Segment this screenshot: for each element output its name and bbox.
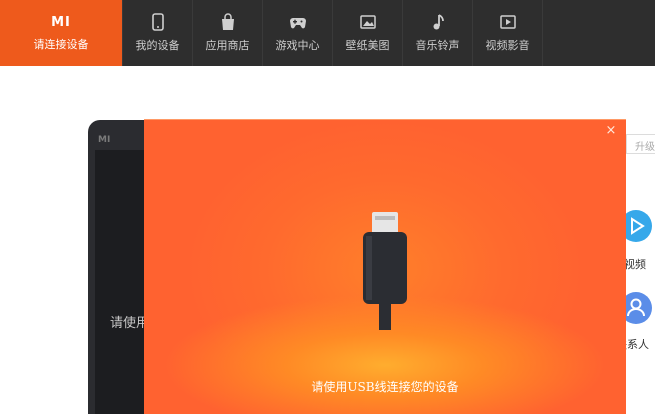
phone-mi-logo: MI <box>98 135 111 145</box>
mi-logo: MI <box>51 14 71 30</box>
phone-icon <box>151 13 164 31</box>
connect-device-dialog: × 请使用USB线连接您的设备 <box>144 119 626 414</box>
tab-app-store[interactable]: 应用商店 <box>192 0 262 66</box>
tab-label: 视频影音 <box>485 39 530 52</box>
tab-video[interactable]: 视频影音 <box>472 0 542 66</box>
tab-label: 壁纸美图 <box>345 39 390 52</box>
upgrade-button[interactable]: 升级 <box>626 134 655 154</box>
video-shortcut-label: 视频 <box>624 258 646 271</box>
tab-label: 游戏中心 <box>275 39 320 52</box>
tab-label: 应用商店 <box>205 39 250 52</box>
tab-label: 音乐铃声 <box>415 39 460 52</box>
picture-icon <box>359 15 376 29</box>
tab-my-device[interactable]: 我的设备 <box>122 0 192 66</box>
tab-game-center[interactable]: 游戏中心 <box>262 0 332 66</box>
gamepad-icon <box>289 18 306 29</box>
music-note-icon <box>433 14 444 30</box>
tab-wallpaper[interactable]: 壁纸美图 <box>332 0 402 66</box>
close-button[interactable]: × <box>604 124 618 138</box>
video-play-icon <box>499 15 516 29</box>
connect-device-label: 请连接设备 <box>33 37 89 51</box>
connect-device-tab[interactable]: MI 请连接设备 <box>0 0 122 66</box>
connect-instruction: 请使用USB线连接您的设备 <box>311 380 459 394</box>
topbar-spacer <box>542 0 655 66</box>
shopping-bag-icon <box>221 13 234 30</box>
tab-music-ringtones[interactable]: 音乐铃声 <box>402 0 472 66</box>
tab-label: 我的设备 <box>135 39 180 52</box>
usb-cable-icon <box>363 212 407 330</box>
top-navigation: MI 请连接设备 我的设备 应用商店 游戏中心 壁纸美图 音乐铃声 视频影音 <box>0 0 655 66</box>
